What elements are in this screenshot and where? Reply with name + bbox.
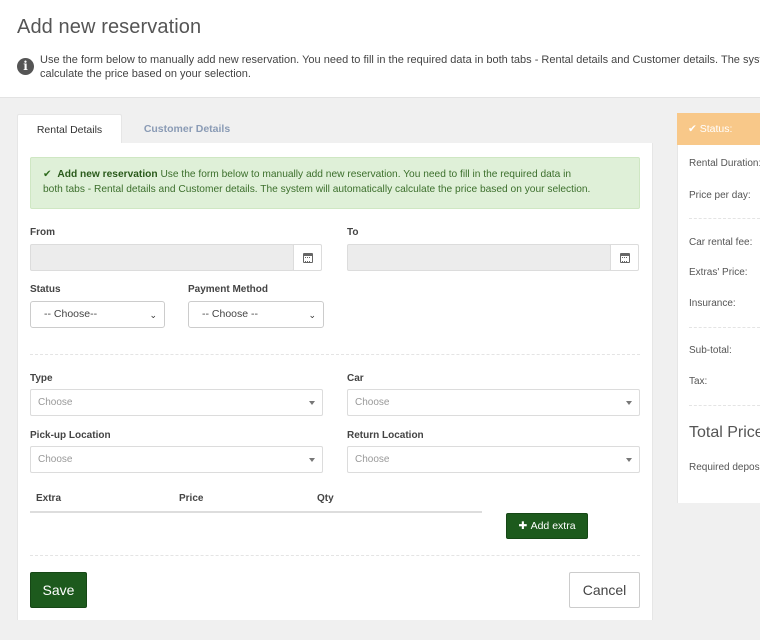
type-label: Type xyxy=(30,373,53,384)
plus-icon: ✚ xyxy=(518,520,528,532)
to-label: To xyxy=(347,227,359,238)
check-icon: ✔ xyxy=(688,123,697,135)
alert-text-line2: both tabs - Rental details and Customer … xyxy=(43,184,591,195)
intro-text: Use the form below to manually add new r… xyxy=(40,53,760,81)
save-button[interactable]: Save xyxy=(30,572,87,608)
status-header: ✔ Status: xyxy=(677,113,760,145)
summary-divider xyxy=(689,327,760,328)
return-location-label: Return Location xyxy=(347,430,424,441)
from-calendar-button[interactable] xyxy=(293,244,322,271)
payment-method-select-value: -- Choose -- xyxy=(202,308,259,320)
tab-rental-details[interactable]: Rental Details xyxy=(17,114,122,144)
payment-method-select[interactable]: -- Choose -- ⌄ xyxy=(188,301,324,328)
cancel-button[interactable]: Cancel xyxy=(569,572,640,608)
success-alert: ✔ Add new reservation Use the form below… xyxy=(30,157,640,209)
pickup-location-placeholder: Choose xyxy=(38,454,73,465)
caret-down-icon xyxy=(626,458,632,462)
car-label: Car xyxy=(347,373,364,384)
type-select-placeholder: Choose xyxy=(38,397,73,408)
page-title: Add new reservation xyxy=(17,16,202,38)
status-label: Status xyxy=(30,284,61,295)
tax-label: Tax: xyxy=(689,376,708,387)
check-icon: ✔ xyxy=(43,169,52,180)
info-icon: i xyxy=(17,58,34,75)
status-select-value: -- Choose-- xyxy=(44,308,98,320)
extras-table-header-line xyxy=(30,511,482,513)
reservation-form-card xyxy=(17,143,653,620)
status-header-label: Status: xyxy=(699,123,733,135)
extras-column-qty: Qty xyxy=(317,493,334,504)
sub-total-label: Sub-total: xyxy=(689,345,732,356)
return-location-select[interactable]: Choose xyxy=(347,446,640,473)
status-select[interactable]: -- Choose-- ⌄ xyxy=(30,301,165,328)
add-extra-label: Add extra xyxy=(530,520,576,532)
intro-text-line1: Use the form below to manually add new r… xyxy=(40,54,760,66)
page-header: Add new reservation i Use the form below… xyxy=(0,0,760,98)
caret-down-icon xyxy=(626,401,632,405)
pickup-location-label: Pick-up Location xyxy=(30,430,111,441)
calendar-icon xyxy=(303,253,313,263)
extras-column-extra: Extra xyxy=(36,493,62,504)
car-select[interactable]: Choose xyxy=(347,389,640,416)
price-per-day-label: Price per day: xyxy=(689,190,751,201)
car-rental-fee-label: Car rental fee: xyxy=(689,237,753,248)
alert-text-line1: Use the form below to manually add new r… xyxy=(160,169,572,180)
section-divider xyxy=(30,354,640,355)
summary-divider xyxy=(689,218,760,219)
type-select[interactable]: Choose xyxy=(30,389,323,416)
caret-down-icon xyxy=(309,458,315,462)
car-select-placeholder: Choose xyxy=(355,397,390,408)
insurance-label: Insurance: xyxy=(689,298,736,309)
alert-title: Add new reservation xyxy=(57,169,158,180)
total-price-label: Total Price xyxy=(689,424,760,441)
intro-text-line2: calculate the price based on your select… xyxy=(40,68,251,80)
caret-down-icon xyxy=(309,401,315,405)
to-calendar-button[interactable] xyxy=(610,244,639,271)
to-date-input[interactable] xyxy=(347,244,611,271)
summary-divider xyxy=(689,405,760,406)
chevron-down-icon: ⌄ xyxy=(149,310,157,320)
extras-column-price: Price xyxy=(179,493,204,504)
calendar-icon xyxy=(620,253,630,263)
pickup-location-select[interactable]: Choose xyxy=(30,446,323,473)
chevron-down-icon: ⌄ xyxy=(308,310,316,320)
tab-customer-details[interactable]: Customer Details xyxy=(128,114,246,144)
section-divider xyxy=(30,555,640,556)
payment-method-label: Payment Method xyxy=(188,284,269,295)
from-date-input[interactable] xyxy=(30,244,294,271)
return-location-placeholder: Choose xyxy=(355,454,390,465)
add-extra-button[interactable]: ✚ Add extra xyxy=(506,513,588,539)
required-deposit-label: Required deposit: xyxy=(689,462,760,473)
extras-price-label: Extras' Price: xyxy=(689,267,748,278)
from-label: From xyxy=(30,227,55,238)
rental-duration-label: Rental Duration: xyxy=(689,158,760,169)
